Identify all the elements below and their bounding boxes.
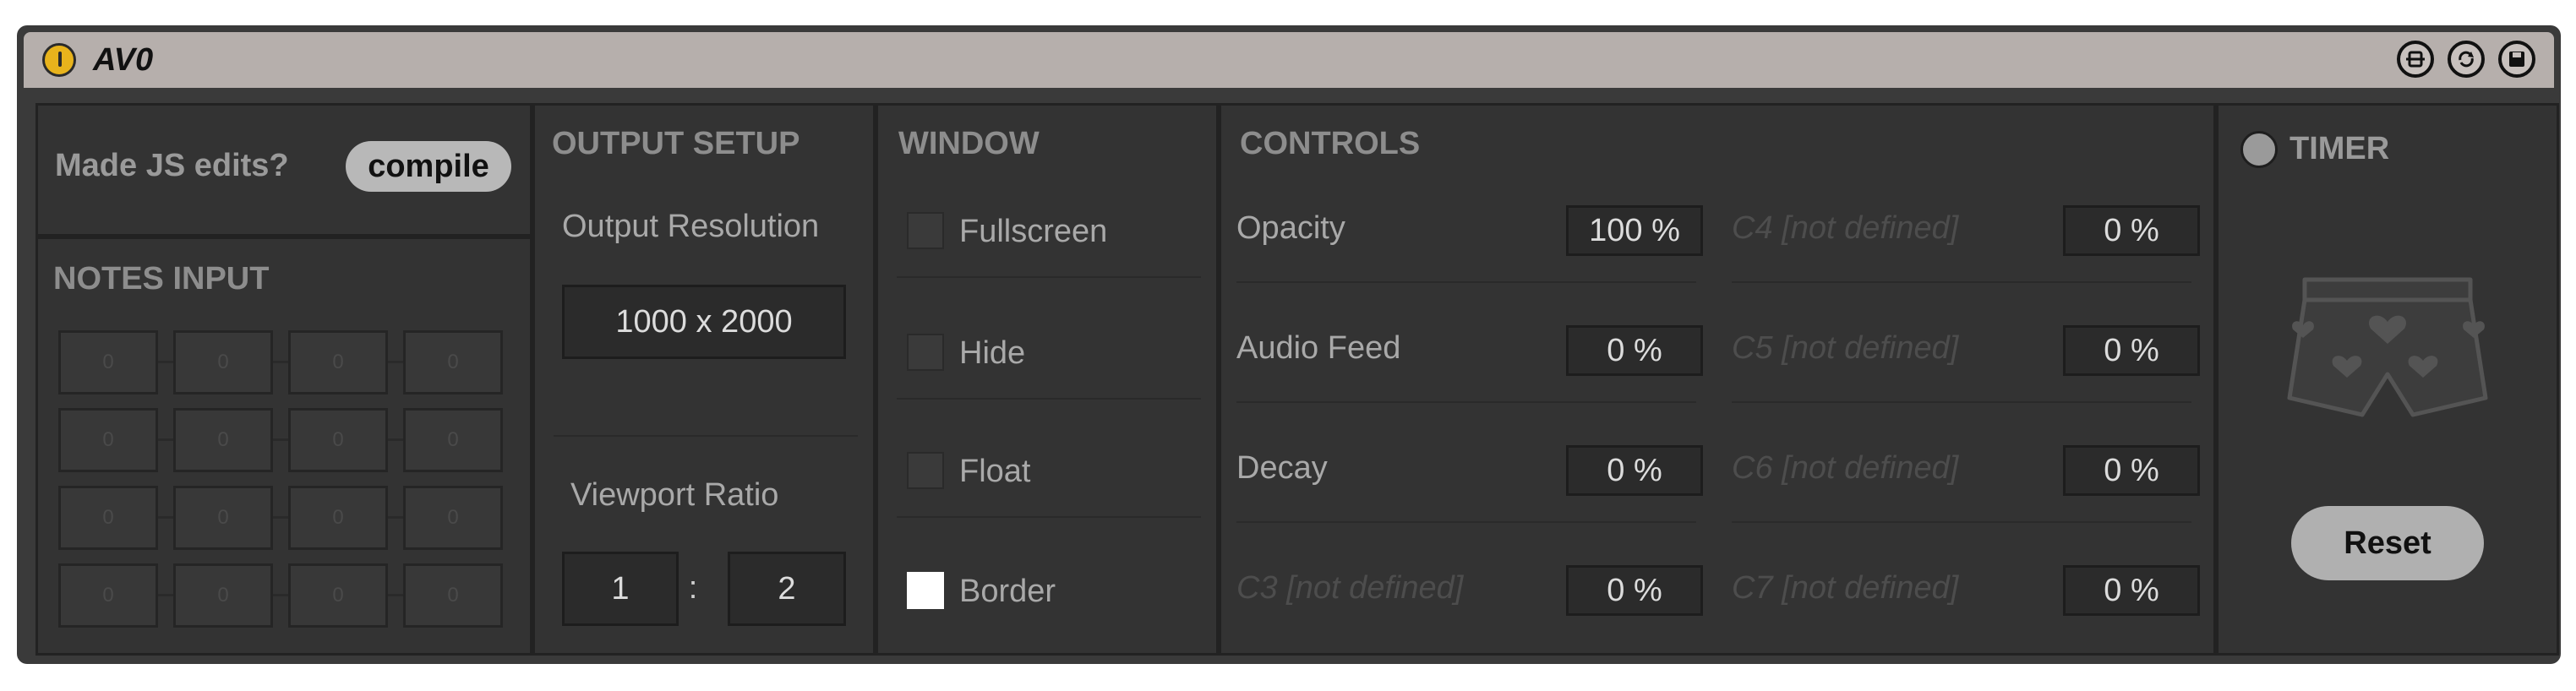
control-value-field[interactable]: 0 % xyxy=(2063,205,2200,256)
viewport-ratio-separator: : xyxy=(688,570,698,606)
divider xyxy=(554,435,858,437)
power-icon[interactable] xyxy=(42,43,76,77)
window-header: WINDOW xyxy=(898,126,1040,161)
control-label: Opacity xyxy=(1236,210,1345,246)
control-value-field[interactable]: 0 % xyxy=(2063,565,2200,616)
divider xyxy=(897,276,1201,278)
notes-row-connector xyxy=(109,361,454,363)
reset-button[interactable]: Reset xyxy=(2291,506,2484,580)
control-value-field[interactable]: 100 % xyxy=(1566,205,1703,256)
notes-row-connector xyxy=(109,516,454,519)
divider xyxy=(1732,401,2191,403)
divider xyxy=(1732,521,2191,523)
controls-header: CONTROLS xyxy=(1240,126,1421,161)
viewport-ratio-label: Viewport Ratio xyxy=(570,477,779,513)
device-title: AV0 xyxy=(93,42,154,78)
timer-panel: TIMER Reset xyxy=(2216,103,2559,656)
note-cell[interactable]: 0 xyxy=(58,563,158,628)
note-cell[interactable]: 0 xyxy=(403,330,503,394)
hotswap-icon[interactable] xyxy=(2397,41,2434,78)
divider xyxy=(1732,281,2191,283)
controls-panel: CONTROLS Opacity 100 % Audio Feed 0 % Decay 0… xyxy=(1219,103,2216,656)
control-value-field[interactable]: 0 % xyxy=(1566,445,1703,496)
checkbox-label-float: Float xyxy=(959,454,1031,489)
note-cell[interactable]: 0 xyxy=(58,486,158,550)
divider xyxy=(897,398,1201,400)
timer-label: TIMER xyxy=(2289,131,2390,166)
viewport-ratio-width-field[interactable]: 1 xyxy=(562,552,679,626)
control-label: C5 [not defined] xyxy=(1732,330,1959,366)
control-label: C4 [not defined] xyxy=(1732,210,1959,246)
divider xyxy=(1236,281,1696,283)
checkbox-label-fullscreen: Fullscreen xyxy=(959,214,1108,249)
divider xyxy=(1236,521,1696,523)
note-cell[interactable]: 0 xyxy=(403,563,503,628)
control-label: C3 [not defined] xyxy=(1236,570,1464,606)
control-value-field[interactable]: 0 % xyxy=(2063,325,2200,376)
timer-indicator-icon[interactable] xyxy=(2240,131,2278,168)
shorts-hearts-icon xyxy=(2287,277,2488,417)
notes-input-header: NOTES INPUT xyxy=(53,261,270,297)
checkbox-label-hide: Hide xyxy=(959,335,1026,371)
output-resolution-label: Output Resolution xyxy=(562,209,820,244)
divider xyxy=(897,516,1201,518)
output-resolution-field[interactable]: 1000 x 2000 xyxy=(562,285,846,359)
notes-input-panel: NOTES INPUT 0000000000000000 xyxy=(35,237,532,656)
note-cell[interactable]: 0 xyxy=(58,330,158,394)
compile-prompt: Made JS edits? xyxy=(55,148,289,183)
control-label: C6 [not defined] xyxy=(1732,450,1959,486)
control-value-field[interactable]: 0 % xyxy=(1566,565,1703,616)
note-cell[interactable]: 0 xyxy=(403,486,503,550)
note-cell[interactable]: 0 xyxy=(288,563,388,628)
window-panel: WINDOW Fullscreen Hide Float Border xyxy=(876,103,1219,656)
note-cell[interactable]: 0 xyxy=(173,408,273,472)
save-icon[interactable] xyxy=(2498,41,2535,78)
refresh-icon[interactable] xyxy=(2448,41,2485,78)
output-setup-header: OUTPUT SETUP xyxy=(552,126,800,161)
device-frame: AV0 Made JS edits? compile NOTES INPUT 0… xyxy=(17,25,2561,664)
note-cell[interactable]: 0 xyxy=(173,563,273,628)
checkbox-fullscreen[interactable] xyxy=(907,212,944,249)
note-cell[interactable]: 0 xyxy=(288,408,388,472)
checkbox-float[interactable] xyxy=(907,452,944,489)
compile-button[interactable]: compile xyxy=(346,141,511,192)
control-label: Decay xyxy=(1236,450,1328,486)
note-cell[interactable]: 0 xyxy=(58,408,158,472)
note-cell[interactable]: 0 xyxy=(288,486,388,550)
viewport-ratio-height-field[interactable]: 2 xyxy=(728,552,846,626)
control-value-field[interactable]: 0 % xyxy=(2063,445,2200,496)
divider xyxy=(1236,401,1696,403)
note-cell[interactable]: 0 xyxy=(403,408,503,472)
output-setup-panel: OUTPUT SETUP Output Resolution 1000 x 20… xyxy=(532,103,876,656)
note-cell[interactable]: 0 xyxy=(173,486,273,550)
checkbox-label-border: Border xyxy=(959,574,1056,609)
compile-panel: Made JS edits? compile xyxy=(35,103,532,237)
control-label: C7 [not defined] xyxy=(1732,570,1959,606)
notes-row-connector xyxy=(109,594,454,596)
notes-row-connector xyxy=(109,438,454,441)
note-cell[interactable]: 0 xyxy=(173,330,273,394)
note-cell[interactable]: 0 xyxy=(288,330,388,394)
control-value-field[interactable]: 0 % xyxy=(1566,325,1703,376)
checkbox-hide[interactable] xyxy=(907,334,944,371)
device-titlebar: AV0 xyxy=(24,32,2554,88)
checkbox-border[interactable] xyxy=(907,572,944,609)
control-label: Audio Feed xyxy=(1236,330,1401,366)
